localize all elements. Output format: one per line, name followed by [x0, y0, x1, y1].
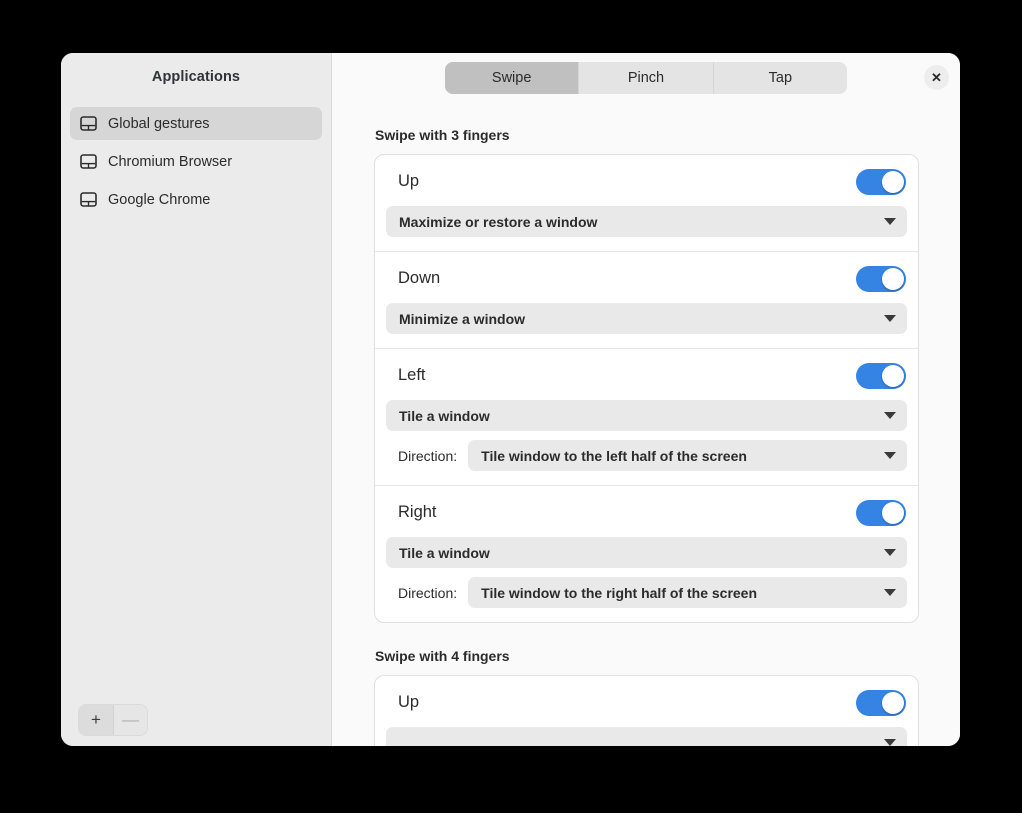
- chevron-down-icon: [884, 549, 896, 556]
- sidebar-item-label: Chromium Browser: [108, 153, 233, 170]
- chevron-down-icon: [884, 412, 896, 419]
- tab-pinch[interactable]: Pinch: [579, 61, 714, 94]
- close-icon: ✕: [931, 70, 942, 85]
- gesture-action-value: Tile a window: [399, 407, 490, 424]
- gesture-row-up: Up: [375, 676, 918, 746]
- sidebar-item-google-chrome[interactable]: Google Chrome: [70, 183, 322, 216]
- gesture-row-header: Right: [386, 497, 907, 528]
- gesture-row-header: Up: [386, 687, 907, 718]
- direction-dropdown[interactable]: Tile window to the right half of the scr…: [468, 577, 907, 608]
- gesture-action-dropdown[interactable]: Maximize or restore a window: [386, 206, 907, 237]
- direction-value: Tile window to the left half of the scre…: [481, 447, 747, 464]
- gesture-enable-toggle[interactable]: [856, 499, 906, 526]
- gesture-enable-toggle[interactable]: [856, 168, 906, 195]
- sidebar-item-list: Global gestures Chromium Browser Google …: [61, 102, 331, 746]
- gesture-action-dropdown[interactable]: [386, 727, 907, 746]
- chevron-down-icon: [884, 218, 896, 225]
- gesture-type-tabs: Swipe Pinch Tap: [445, 61, 847, 94]
- sidebar-title: Applications: [151, 69, 241, 85]
- gesture-row-header: Up: [386, 166, 907, 197]
- tab-tap[interactable]: Tap: [713, 61, 847, 94]
- gesture-enable-toggle[interactable]: [856, 362, 906, 389]
- gesture-action-value: Tile a window: [399, 544, 490, 561]
- gesture-row-down: Down Minimize a window: [375, 252, 918, 349]
- touchpad-icon: [80, 154, 97, 169]
- gesture-card-4-fingers: Up: [374, 675, 919, 746]
- direction-label: Direction:: [398, 584, 458, 601]
- gesture-direction-subrow: Direction: Tile window to the left half …: [386, 440, 907, 471]
- gesture-direction-label: Down: [398, 269, 441, 287]
- gesture-action-value: Maximize or restore a window: [399, 213, 598, 230]
- direction-label: Direction:: [398, 447, 458, 464]
- toggle-knob: [882, 501, 904, 524]
- direction-value: Tile window to the right half of the scr…: [481, 584, 758, 601]
- gesture-row-header: Down: [386, 263, 907, 294]
- section-title-4-fingers: Swipe with 4 fingers: [375, 648, 510, 664]
- gestures-settings-window: Applications Global gestures Chromium Br…: [61, 53, 960, 746]
- sidebar-footer-buttons: + —: [79, 705, 147, 735]
- gesture-card-3-fingers: Up Maximize or restore a window Down Min…: [374, 154, 919, 623]
- toggle-knob: [882, 267, 904, 290]
- content-area: Swipe Pinch Tap ✕ Swipe with 3 fingers U…: [332, 53, 960, 746]
- section-title-3-fingers: Swipe with 3 fingers: [375, 127, 510, 143]
- remove-application-button[interactable]: —: [113, 705, 147, 735]
- gesture-direction-label: Left: [398, 366, 426, 384]
- sidebar-item-label: Google Chrome: [108, 191, 211, 208]
- toggle-knob: [882, 691, 904, 714]
- sidebar-item-chromium-browser[interactable]: Chromium Browser: [70, 145, 322, 178]
- add-application-button[interactable]: +: [79, 705, 113, 735]
- toggle-knob: [882, 170, 904, 193]
- gesture-enable-toggle[interactable]: [856, 265, 906, 292]
- gesture-action-dropdown[interactable]: Minimize a window: [386, 303, 907, 334]
- touchpad-icon: [80, 116, 97, 131]
- chevron-down-icon: [884, 739, 896, 746]
- settings-scroll-area[interactable]: Swipe with 3 fingers Up Maximize or rest…: [332, 102, 960, 746]
- gesture-direction-label: Up: [398, 693, 420, 711]
- header-bar: Swipe Pinch Tap ✕: [332, 53, 960, 102]
- direction-dropdown[interactable]: Tile window to the left half of the scre…: [468, 440, 907, 471]
- gesture-action-dropdown[interactable]: Tile a window: [386, 400, 907, 431]
- touchpad-icon: [80, 192, 97, 207]
- sidebar-item-label: Global gestures: [108, 115, 210, 132]
- chevron-down-icon: [884, 315, 896, 322]
- gesture-row-header: Left: [386, 360, 907, 391]
- close-window-button[interactable]: ✕: [924, 65, 949, 90]
- gesture-row-left: Left Tile a window Direction: Tile windo…: [375, 349, 918, 486]
- gesture-row-right: Right Tile a window Direction: Tile wind…: [375, 486, 918, 622]
- gesture-action-dropdown[interactable]: Tile a window: [386, 537, 907, 568]
- gesture-direction-subrow: Direction: Tile window to the right half…: [386, 577, 907, 608]
- gesture-row-up: Up Maximize or restore a window: [375, 155, 918, 252]
- gesture-action-value: Minimize a window: [399, 310, 526, 327]
- sidebar: Applications Global gestures Chromium Br…: [61, 53, 332, 746]
- sidebar-item-global-gestures[interactable]: Global gestures: [70, 107, 322, 140]
- chevron-down-icon: [884, 589, 896, 596]
- toggle-knob: [882, 364, 904, 387]
- chevron-down-icon: [884, 452, 896, 459]
- gesture-direction-label: Up: [398, 172, 420, 190]
- tab-swipe[interactable]: Swipe: [445, 61, 580, 94]
- gesture-direction-label: Right: [398, 503, 437, 521]
- screen: Applications Global gestures Chromium Br…: [0, 0, 1022, 813]
- gesture-enable-toggle[interactable]: [856, 689, 906, 716]
